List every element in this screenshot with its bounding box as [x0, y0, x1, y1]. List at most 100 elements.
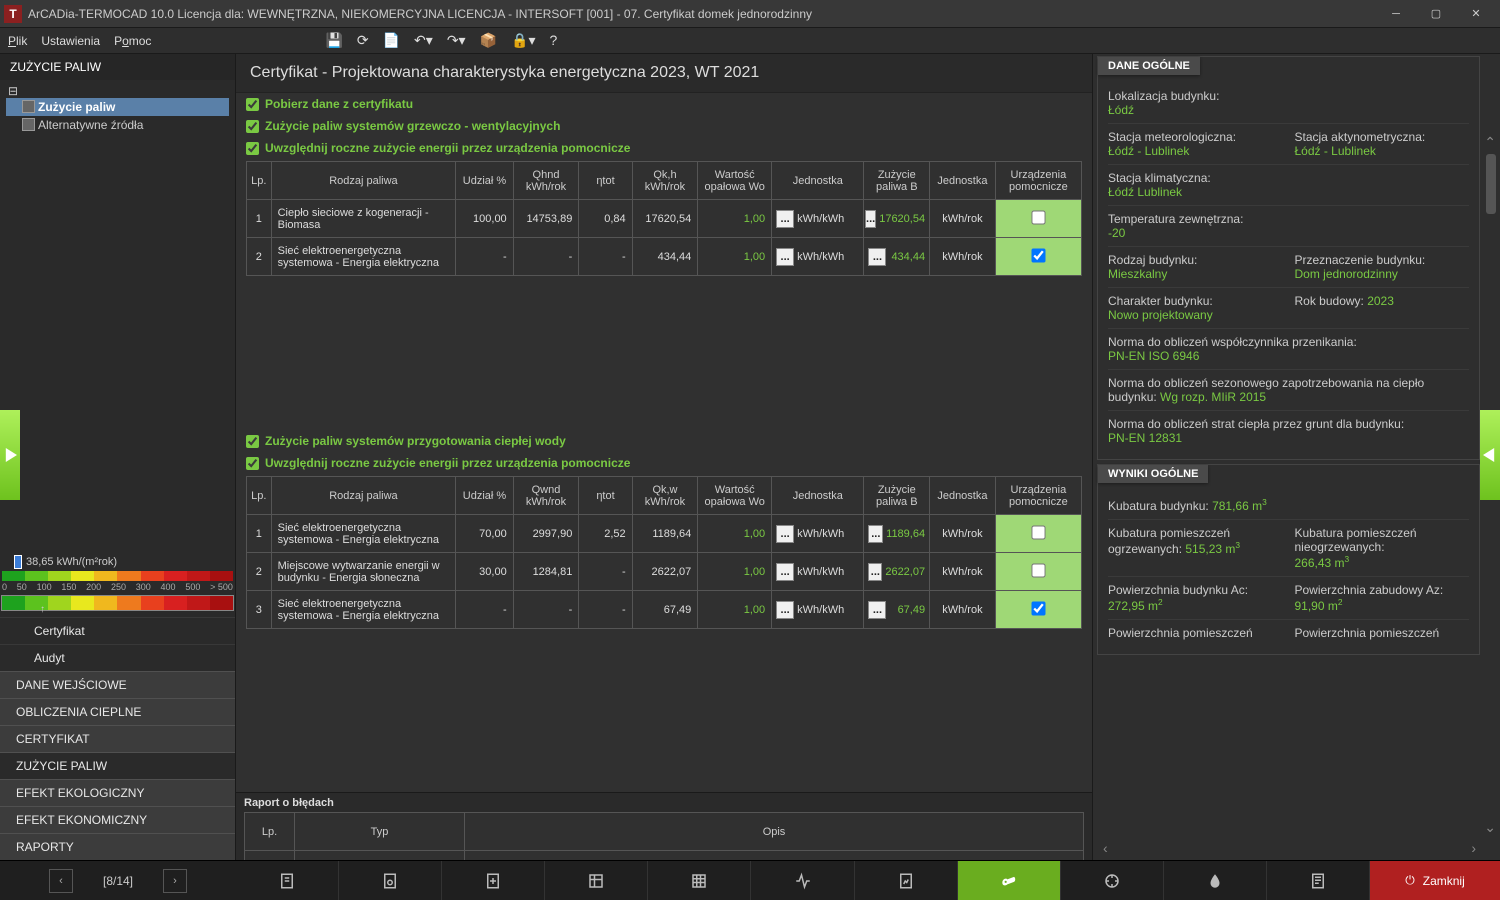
- cell-ntot[interactable]: 0,84: [579, 200, 632, 238]
- menu-pomoc[interactable]: Pomoc: [114, 34, 151, 48]
- cell-wo[interactable]: 1,00: [698, 238, 772, 276]
- minimize-button[interactable]: ─: [1376, 0, 1416, 28]
- nav-zuzycie-paliw[interactable]: ZUŻYCIE PALIW: [0, 752, 235, 779]
- cell-q[interactable]: -: [513, 238, 579, 276]
- unit-picker-button[interactable]: ...: [776, 525, 794, 543]
- bottom-icon-2[interactable]: [339, 861, 442, 900]
- cell-ntot[interactable]: -: [579, 238, 632, 276]
- cell-udzial[interactable]: -: [456, 591, 513, 629]
- unit-picker-button[interactable]: ...: [776, 210, 794, 228]
- tree-item-zuzycie-paliw[interactable]: Zużycie paliw: [6, 98, 229, 116]
- bottom-icon-1[interactable]: [236, 861, 339, 900]
- cell-wo[interactable]: 1,00: [698, 553, 772, 591]
- checkbox-uwzglednij-2[interactable]: [246, 457, 259, 470]
- check-zuzycie-cieplej-wody[interactable]: Zużycie paliw systemów przygotowania cie…: [246, 430, 1082, 452]
- refresh-icon[interactable]: ⟳: [357, 32, 369, 49]
- scroll-down-icon[interactable]: ⌄: [1484, 819, 1496, 836]
- tree-collapse-icon[interactable]: ⊟: [8, 84, 18, 98]
- cell-pomoc[interactable]: [995, 515, 1081, 553]
- bottom-icon-10[interactable]: [1164, 861, 1267, 900]
- cell-wo[interactable]: 1,00: [698, 515, 772, 553]
- nav-sub-certyfikat[interactable]: Certyfikat: [0, 617, 235, 644]
- cell-q[interactable]: -: [513, 591, 579, 629]
- cell-ntot[interactable]: -: [579, 591, 632, 629]
- nav-certyfikat[interactable]: CERTYFIKAT: [0, 725, 235, 752]
- bottom-icon-9[interactable]: [1061, 861, 1164, 900]
- unit-picker-button[interactable]: ...: [776, 601, 794, 619]
- hscroll-left-icon[interactable]: ‹: [1103, 840, 1108, 856]
- cell-ntot[interactable]: -: [579, 553, 632, 591]
- checkbox-zuzycie-grzewczo[interactable]: [246, 120, 259, 133]
- cell-udzial[interactable]: 30,00: [456, 553, 513, 591]
- pomoc-checkbox[interactable]: [1031, 248, 1045, 262]
- nav-sub-audyt[interactable]: Audyt: [0, 644, 235, 671]
- cell-qk[interactable]: 67,49: [632, 591, 698, 629]
- page-next-button[interactable]: ›: [163, 869, 187, 893]
- b-picker-button[interactable]: ...: [868, 563, 882, 581]
- bottom-icon-3[interactable]: [442, 861, 545, 900]
- cell-pomoc[interactable]: [995, 553, 1081, 591]
- tree-item-alternatywne[interactable]: Alternatywne źródła: [6, 116, 229, 134]
- nav-efekt-ekologiczny[interactable]: EFEKT EKOLOGICZNY: [0, 779, 235, 806]
- cell-qk[interactable]: 1189,64: [632, 515, 698, 553]
- cell-qk[interactable]: 434,44: [632, 238, 698, 276]
- nav-raporty[interactable]: RAPORTY: [0, 833, 235, 860]
- page-prev-button[interactable]: ‹: [49, 869, 73, 893]
- cell-pomoc[interactable]: [995, 200, 1081, 238]
- check-uwzglednij-2[interactable]: Uwzględnij roczne zużycie energii przez …: [246, 452, 1082, 474]
- maximize-button[interactable]: ▢: [1416, 0, 1456, 28]
- hscroll-right-icon[interactable]: ›: [1471, 840, 1476, 856]
- cell-udzial[interactable]: 100,00: [456, 200, 513, 238]
- undo-icon[interactable]: ↶▾: [414, 32, 433, 49]
- b-picker-button[interactable]: ...: [868, 248, 886, 266]
- pomoc-checkbox[interactable]: [1031, 601, 1045, 615]
- b-picker-button[interactable]: ...: [868, 601, 886, 619]
- edge-tab-right[interactable]: [1480, 410, 1500, 500]
- b-picker-button[interactable]: ...: [868, 525, 883, 543]
- cell-q[interactable]: 1284,81: [513, 553, 579, 591]
- bottom-icon-11[interactable]: [1267, 861, 1370, 900]
- save-icon[interactable]: 💾: [325, 32, 342, 49]
- close-button[interactable]: ✕: [1456, 0, 1496, 28]
- nav-obliczenia-cieplne[interactable]: OBLICZENIA CIEPLNE: [0, 698, 235, 725]
- check-zuzycie-grzewczo[interactable]: Zużycie paliw systemów grzewczo - wentyl…: [246, 115, 1082, 137]
- unit-picker-button[interactable]: ...: [776, 248, 794, 266]
- checkbox-uwzglednij-1[interactable]: [246, 142, 259, 155]
- help-icon[interactable]: ?: [549, 32, 557, 49]
- package-icon[interactable]: 📦: [480, 32, 497, 49]
- checkbox-pobierz-dane[interactable]: [246, 98, 259, 111]
- scrollbar[interactable]: [1486, 154, 1496, 214]
- cell-udzial[interactable]: 70,00: [456, 515, 513, 553]
- cell-wo[interactable]: 1,00: [698, 591, 772, 629]
- bottom-icon-7[interactable]: [855, 861, 958, 900]
- cell-q[interactable]: 2997,90: [513, 515, 579, 553]
- copy-icon[interactable]: 📄: [383, 32, 400, 49]
- check-pobierz-dane[interactable]: Pobierz dane z certyfikatu: [246, 93, 1082, 115]
- unit-picker-button[interactable]: ...: [776, 563, 794, 581]
- menu-plik[interactable]: Plik: [8, 34, 27, 48]
- b-picker-button[interactable]: ...: [865, 210, 876, 228]
- cell-qk[interactable]: 2622,07: [632, 553, 698, 591]
- cell-qk[interactable]: 17620,54: [632, 200, 698, 238]
- nav-dane-wejsciowe[interactable]: DANE WEJŚCIOWE: [0, 671, 235, 698]
- cell-udzial[interactable]: -: [456, 238, 513, 276]
- cell-q[interactable]: 14753,89: [513, 200, 579, 238]
- scroll-up-icon[interactable]: ⌃: [1484, 134, 1496, 151]
- cell-pomoc[interactable]: [995, 591, 1081, 629]
- bottom-icon-6[interactable]: [751, 861, 854, 900]
- error-row[interactable]: Odśwież listę błędów!: [245, 851, 1084, 861]
- pomoc-checkbox[interactable]: [1031, 525, 1045, 539]
- pomoc-checkbox[interactable]: [1031, 210, 1045, 224]
- menu-ustawienia[interactable]: Ustawienia: [41, 34, 100, 48]
- pomoc-checkbox[interactable]: [1031, 563, 1045, 577]
- close-app-button[interactable]: ⏻ Zamknij: [1370, 861, 1500, 900]
- checkbox-zuzycie-cieplej-wody[interactable]: [246, 435, 259, 448]
- bottom-icon-4[interactable]: [545, 861, 648, 900]
- check-uwzglednij-1[interactable]: Uwzględnij roczne zużycie energii przez …: [246, 137, 1082, 159]
- cell-pomoc[interactable]: [995, 238, 1081, 276]
- bottom-icon-8-active[interactable]: [958, 861, 1061, 900]
- redo-icon[interactable]: ↷▾: [447, 32, 466, 49]
- lock-icon[interactable]: 🔒▾: [511, 32, 535, 49]
- cell-wo[interactable]: 1,00: [698, 200, 772, 238]
- edge-tab-left[interactable]: [0, 410, 20, 500]
